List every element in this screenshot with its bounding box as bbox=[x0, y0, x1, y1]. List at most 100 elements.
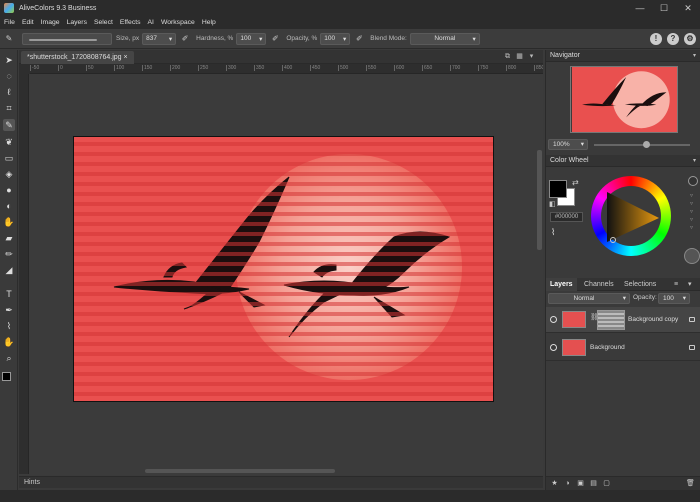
new-layer-effect-icon[interactable]: ★ bbox=[550, 479, 559, 488]
eraser-tool-icon[interactable]: ▭ bbox=[3, 152, 15, 164]
new-group-icon[interactable]: ▣ bbox=[576, 479, 585, 488]
color-preview-dial[interactable] bbox=[684, 248, 700, 264]
hardness-value: 100 bbox=[240, 35, 252, 42]
vertical-scrollbar[interactable] bbox=[537, 150, 542, 250]
swap-colors-icon[interactable]: ⇄ bbox=[572, 178, 579, 187]
blur-tool-icon[interactable]: ● bbox=[3, 184, 15, 196]
brush-tool-icon[interactable]: ✎ bbox=[3, 119, 15, 131]
lock-icon[interactable] bbox=[689, 345, 695, 350]
layer-row[interactable]: Background bbox=[546, 335, 700, 361]
horizontal-scrollbar[interactable] bbox=[145, 469, 335, 473]
menu-workspace[interactable]: Workspace bbox=[161, 19, 195, 26]
layout-icon[interactable]: ⧉ bbox=[503, 52, 512, 61]
menu-layers[interactable]: Layers bbox=[67, 19, 87, 26]
help-icon[interactable]: ? bbox=[667, 33, 679, 45]
clone-tool-icon[interactable]: ❦ bbox=[3, 136, 15, 148]
pressure-size-icon[interactable]: ✐ bbox=[180, 34, 190, 44]
menu-image[interactable]: Image bbox=[41, 19, 60, 26]
hex-color-field[interactable]: #000000 bbox=[550, 212, 583, 222]
ruler-tick-label: 500 bbox=[338, 65, 349, 71]
alert-icon[interactable]: ! bbox=[650, 33, 662, 45]
selection-tool-icon[interactable]: ◌ bbox=[3, 70, 15, 82]
folder-icon[interactable]: ▤ bbox=[589, 479, 598, 488]
hints-panel[interactable]: Hints bbox=[19, 476, 543, 488]
eyedropper-icon[interactable]: ⌇ bbox=[551, 227, 555, 238]
text-tool-icon[interactable]: T bbox=[3, 288, 15, 300]
layer-mask-thumbnail[interactable] bbox=[597, 310, 625, 330]
tile-icon[interactable]: ▦ bbox=[515, 52, 524, 61]
saturation-triangle[interactable] bbox=[601, 186, 661, 246]
menu-effects[interactable]: Effects bbox=[120, 19, 141, 26]
zoom-slider-handle[interactable] bbox=[643, 141, 650, 148]
layer-thumbnail bbox=[562, 339, 586, 356]
blend-mode-select[interactable]: Normal ▾ bbox=[409, 32, 480, 45]
menu-edit[interactable]: Edit bbox=[22, 19, 34, 26]
adjustment-layer-icon[interactable]: ◑ bbox=[563, 479, 572, 488]
brightness-dial-icon[interactable] bbox=[688, 176, 698, 186]
smudge-tool-icon[interactable]: ✋ bbox=[3, 216, 15, 228]
layer-name: Background copy bbox=[628, 316, 679, 323]
sponge-tool-icon[interactable]: ▰ bbox=[3, 232, 15, 244]
lasso-tool-icon[interactable]: ℓ bbox=[3, 86, 15, 98]
navigator-thumbnail[interactable] bbox=[570, 66, 678, 133]
pressure-hardness-icon[interactable]: ✐ bbox=[270, 34, 280, 44]
menu-help[interactable]: Help bbox=[202, 19, 216, 26]
close-icon[interactable]: × bbox=[124, 54, 128, 61]
size-value: 837 bbox=[146, 35, 157, 42]
visibility-eye-icon[interactable] bbox=[550, 316, 557, 323]
brush-preset-picker[interactable] bbox=[22, 32, 112, 45]
maximize-button[interactable]: ☐ bbox=[652, 0, 676, 16]
menu-ai[interactable]: AI bbox=[148, 19, 154, 26]
chevron-down-icon: ▾ bbox=[343, 35, 347, 43]
trash-icon[interactable]: 🗑 bbox=[686, 479, 695, 488]
reset-colors-icon[interactable]: ◧ bbox=[549, 200, 556, 208]
menu-icon[interactable]: ≡ bbox=[670, 278, 682, 291]
document-tab-label: *shutterstock_1720808764.jpg bbox=[27, 54, 122, 61]
ruler-tick-label: 100 bbox=[114, 65, 125, 71]
crop-tool-icon[interactable]: ⌗ bbox=[3, 102, 15, 114]
hardness-field[interactable]: 100 ▾ bbox=[236, 32, 267, 45]
hardness-label: Hardness, % bbox=[196, 35, 234, 42]
eyedropper-tool-icon[interactable]: ⌇ bbox=[3, 320, 15, 332]
tab-layers[interactable]: Layers bbox=[546, 278, 577, 291]
opacity-field[interactable]: 100 ▾ bbox=[320, 32, 351, 45]
layer-blend-mode-select[interactable]: Normal ▾ bbox=[548, 293, 630, 304]
menu-select[interactable]: Select bbox=[94, 19, 113, 26]
chevron-down-icon[interactable]: ▾ bbox=[684, 278, 696, 291]
zoom-tool-icon[interactable]: ⌕ bbox=[3, 352, 15, 364]
hand-tool-icon[interactable]: ✋ bbox=[3, 336, 15, 348]
lock-icon[interactable] bbox=[689, 317, 695, 322]
chevron-down-icon[interactable]: ▾ bbox=[527, 52, 536, 61]
gear-icon[interactable]: ⚙ bbox=[684, 33, 696, 45]
ruler-tick-label: 200 bbox=[170, 65, 181, 71]
navigator-header[interactable]: Navigator ▾ bbox=[546, 50, 700, 62]
pencil-tool-icon[interactable]: ✏ bbox=[3, 248, 15, 260]
fill-tool-icon[interactable]: ◈ bbox=[3, 168, 15, 180]
move-tool-icon[interactable]: ➤ bbox=[3, 54, 15, 66]
zoom-slider-track[interactable] bbox=[594, 144, 690, 146]
navigator-preview bbox=[571, 67, 677, 132]
image-canvas[interactable] bbox=[73, 136, 494, 402]
visibility-eye-icon[interactable] bbox=[550, 344, 557, 351]
tab-selections[interactable]: Selections bbox=[620, 278, 660, 291]
document-tab[interactable]: *shutterstock_1720808764.jpg × bbox=[21, 51, 134, 64]
menu-file[interactable]: File bbox=[4, 19, 15, 26]
color-wheel-header[interactable]: Color Wheel ▾ bbox=[546, 155, 700, 167]
foreground-color-swatch[interactable] bbox=[549, 180, 567, 198]
close-button[interactable]: ✕ bbox=[676, 0, 700, 16]
layer-opacity-field[interactable]: 100 ▾ bbox=[658, 293, 690, 304]
new-layer-icon[interactable]: ▢ bbox=[602, 479, 611, 488]
foreground-color-swatch[interactable] bbox=[2, 372, 11, 381]
zoom-select[interactable]: 100% ▾ bbox=[548, 139, 588, 150]
app-logo-icon bbox=[4, 3, 14, 13]
brush-tool-icon[interactable]: ✎ bbox=[4, 34, 14, 44]
pressure-opacity-icon[interactable]: ✐ bbox=[354, 34, 364, 44]
dodge-tool-icon[interactable]: ◐ bbox=[3, 200, 15, 212]
minimize-button[interactable]: — bbox=[628, 0, 652, 16]
layer-row[interactable]: ⛓ Background copy bbox=[546, 307, 700, 333]
shape-tool-icon[interactable]: ◢ bbox=[3, 264, 15, 276]
pen-tool-icon[interactable]: ✒ bbox=[3, 304, 15, 316]
color-wheel-title: Color Wheel bbox=[550, 157, 589, 164]
tab-channels[interactable]: Channels bbox=[580, 278, 618, 291]
size-field[interactable]: 837 ▾ bbox=[142, 32, 177, 45]
